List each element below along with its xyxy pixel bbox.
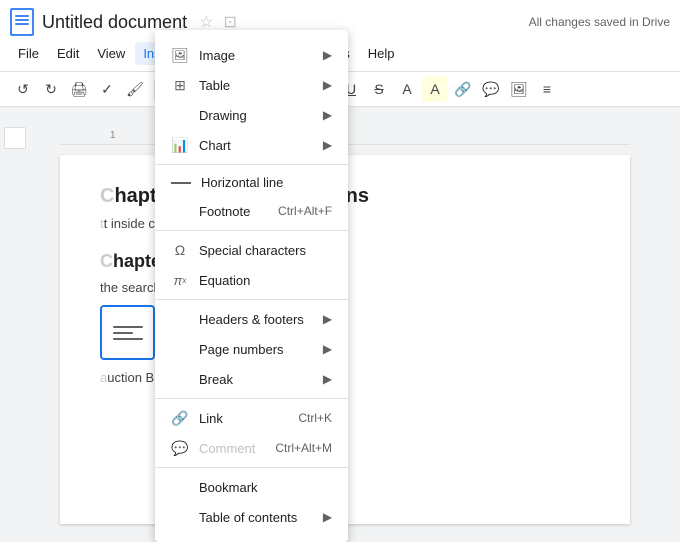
insert-dropdown-menu: 🖼 Image ▶ ⊞ Table ▶ Drawing ▶ 📊 Chart ▶ … [155,30,348,542]
page-numbers-icon [171,340,189,358]
text-color-button[interactable]: A [394,76,420,102]
docs-logo [10,8,34,36]
highlight-button[interactable]: A [422,76,448,102]
doc-icon-lines [15,15,29,27]
menu-item-special-characters[interactable]: Ω Special characters [155,235,348,265]
doc-line-1 [15,15,29,17]
menu-item-table-of-contents[interactable]: Table of contents ▶ [155,502,348,532]
menu-item-horizontal-line[interactable]: Horizontal line [155,169,348,196]
comment-button[interactable]: 💬 [478,76,504,102]
pi-icon: πx [171,271,189,289]
link-icon: 🔗 [171,409,189,427]
doc-line-2 [15,19,29,21]
submenu-arrow: ▶ [323,108,332,122]
submenu-arrow: ▶ [323,510,332,524]
insert-card-1[interactable] [100,305,155,360]
menu-edit[interactable]: Edit [49,42,87,65]
menu-item-bookmark[interactable]: Bookmark [155,472,348,502]
drawing-icon [171,106,189,124]
menu-group-4: Headers & footers ▶ Page numbers ▶ Break… [155,300,348,399]
print-button[interactable]: 🖨 [66,76,92,102]
break-icon [171,370,189,388]
menu-help[interactable]: Help [360,42,403,65]
spellcheck-button[interactable]: ✓ [94,76,120,102]
menu-group-3: Ω Special characters πx Equation [155,231,348,300]
star-icon[interactable]: ☆ [199,12,213,32]
image-button[interactable]: 🖼 [506,76,532,102]
card-line [113,326,143,328]
paint-format-button[interactable]: 🖌 [122,76,148,102]
menu-item-chart[interactable]: 📊 Chart ▶ [155,130,348,160]
table-icon: ⊞ [171,76,189,94]
submenu-arrow: ▶ [323,342,332,356]
menu-item-comment[interactable]: 💬 Comment Ctrl+Alt+M [155,433,348,463]
footnote-icon [171,202,189,220]
doc-line-3 [15,23,29,25]
strikethrough-button[interactable]: S [366,76,392,102]
side-icon [4,127,26,149]
menu-item-headers-footers[interactable]: Headers & footers ▶ [155,304,348,334]
side-panel [0,107,30,516]
menu-file[interactable]: File [10,42,47,65]
menu-item-footnote[interactable]: Footnote Ctrl+Alt+F [155,196,348,226]
align-button[interactable]: ≡ [534,76,560,102]
menu-group-2: Horizontal line Footnote Ctrl+Alt+F [155,165,348,231]
menu-item-link[interactable]: 🔗 Link Ctrl+K [155,403,348,433]
menu-item-equation[interactable]: πx Equation [155,265,348,295]
card-line [113,332,133,334]
menu-item-drawing[interactable]: Drawing ▶ [155,100,348,130]
hr-icon [171,182,191,184]
undo-button[interactable]: ↺ [10,76,36,102]
save-status: All changes saved in Drive [529,15,670,29]
link-button[interactable]: 🔗 [450,76,476,102]
comment-icon: 💬 [171,439,189,457]
submenu-arrow: ▶ [323,372,332,386]
drive-icon[interactable]: ⊡ [223,12,236,32]
card-lines-1 [113,326,143,340]
redo-button[interactable]: ↻ [38,76,64,102]
menu-item-break[interactable]: Break ▶ [155,364,348,394]
image-icon: 🖼 [171,46,189,64]
right-side [660,107,680,516]
chart-icon: 📊 [171,136,189,154]
menu-item-table[interactable]: ⊞ Table ▶ [155,70,348,100]
menu-item-image[interactable]: 🖼 Image ▶ [155,40,348,70]
submenu-arrow: ▶ [323,138,332,152]
menu-group-1: 🖼 Image ▶ ⊞ Table ▶ Drawing ▶ 📊 Chart ▶ [155,36,348,165]
submenu-arrow: ▶ [323,48,332,62]
menu-group-6: Bookmark Table of contents ▶ [155,468,348,536]
headers-icon [171,310,189,328]
card-line [113,338,143,340]
bookmark-icon [171,478,189,496]
omega-icon: Ω [171,241,189,259]
menu-group-5: 🔗 Link Ctrl+K 💬 Comment Ctrl+Alt+M [155,399,348,468]
menu-item-page-numbers[interactable]: Page numbers ▶ [155,334,348,364]
toc-icon [171,508,189,526]
menu-view[interactable]: View [89,42,133,65]
submenu-arrow: ▶ [323,78,332,92]
submenu-arrow: ▶ [323,312,332,326]
